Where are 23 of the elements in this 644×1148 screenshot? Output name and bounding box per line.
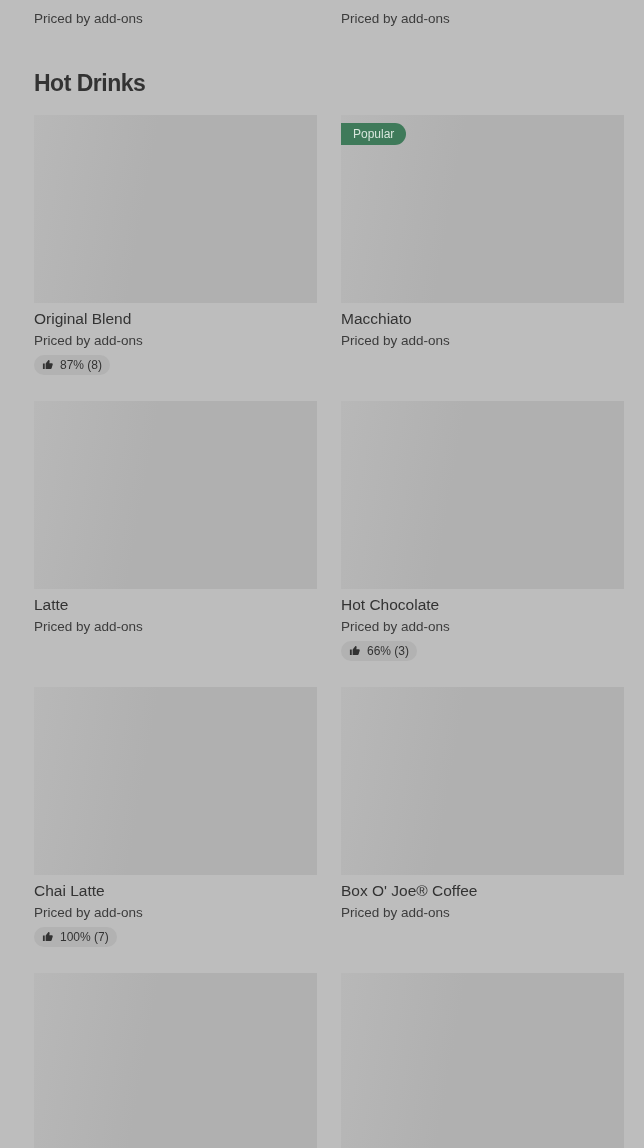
- item-name[interactable]: Chai Latte: [34, 880, 105, 901]
- item-subtitle: Priced by add-ons: [341, 11, 450, 26]
- item-subtitle: Priced by add-ons: [341, 331, 450, 350]
- rating-chip: 66% (3): [341, 640, 418, 661]
- item-subtitle: Priced by add-ons: [341, 903, 450, 922]
- thumbs-up-icon: [349, 645, 360, 657]
- thumbs-up-icon: [42, 931, 53, 943]
- item-subtitle: Priced by add-ons: [34, 617, 143, 636]
- item-subtitle: Priced by add-ons: [34, 331, 143, 350]
- item-subtitle: Priced by add-ons: [341, 617, 450, 636]
- item-name[interactable]: Hot Chocolate: [341, 594, 440, 615]
- item-name[interactable]: Box O' Joe® Coffee: [341, 880, 478, 901]
- popular-badge: Popular: [341, 122, 407, 145]
- image-placeholder[interactable]: Popular: [341, 114, 624, 303]
- item-name[interactable]: Macchiato: [341, 308, 412, 329]
- thumbs-up-icon: [42, 359, 53, 371]
- item-subtitle: Priced by add-ons: [34, 903, 143, 922]
- section-heading: Hot Drinks: [34, 70, 147, 98]
- item-subtitle: Priced by add-ons: [34, 11, 143, 26]
- rating-chip: 87% (8): [34, 354, 111, 375]
- item-name[interactable]: Latte: [34, 594, 69, 615]
- rating-chip: 100% (7): [34, 926, 117, 947]
- item-name[interactable]: Original Blend: [34, 308, 132, 329]
